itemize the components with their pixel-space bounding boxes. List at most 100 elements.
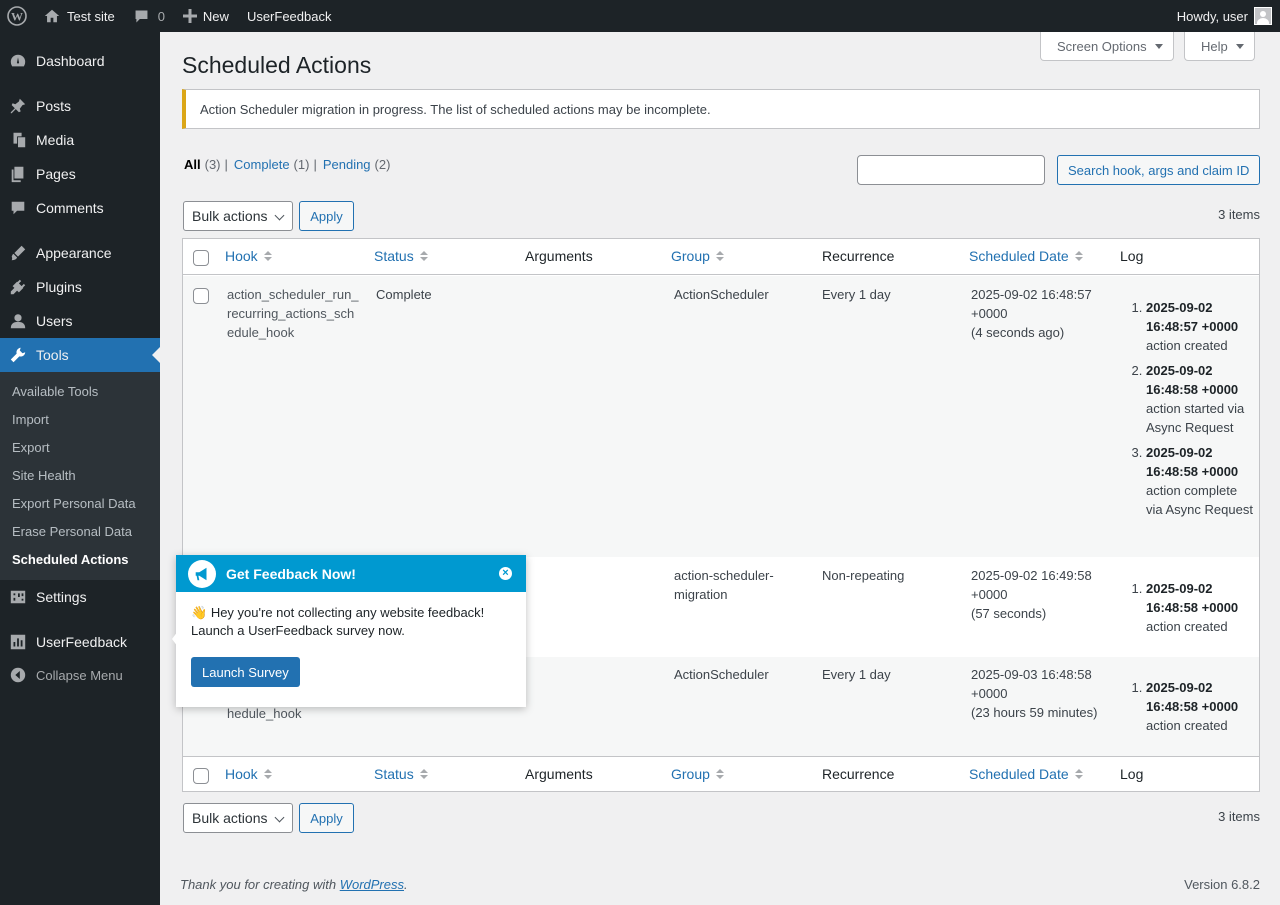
sort-arrows-icon	[715, 251, 724, 261]
sidebar-item-label: Settings	[36, 589, 87, 605]
apply-button-top[interactable]: Apply	[299, 201, 354, 231]
items-count-top: 3 items	[1218, 207, 1260, 222]
column-group-label: Group	[671, 766, 710, 782]
sidebar-item-users[interactable]: Users	[0, 304, 160, 338]
bulk-actions-select-bottom[interactable]: Bulk actions	[183, 803, 293, 833]
row-hook[interactable]: action_scheduler_run_recurring_actions_s…	[227, 285, 359, 342]
brush-icon	[0, 244, 36, 262]
comment-icon	[0, 199, 36, 217]
sidebar-item-pages[interactable]: Pages	[0, 157, 160, 191]
sidebar-item-settings[interactable]: Settings	[0, 580, 160, 614]
close-icon[interactable]: ×	[499, 567, 512, 580]
column-scheduled-date-header[interactable]: Scheduled Date	[969, 248, 1083, 264]
scheduled-actions-table: Hook Status Arguments Group Recurrence S…	[182, 238, 1260, 792]
submenu-export[interactable]: Export	[12, 440, 50, 455]
items-count-bottom: 3 items	[1218, 809, 1260, 824]
select-all-checkbox[interactable]	[193, 250, 209, 266]
column-hook-footer[interactable]: Hook	[225, 766, 272, 782]
help-button[interactable]: Help	[1184, 32, 1255, 61]
footer-version: Version 6.8.2	[1184, 877, 1260, 892]
comments-link[interactable]: 0	[124, 0, 174, 32]
sort-arrows-icon	[419, 769, 428, 779]
sort-arrows-icon	[1074, 769, 1083, 779]
dashboard-icon	[0, 52, 36, 70]
sidebar-item-label: Dashboard	[36, 53, 105, 69]
row-checkbox[interactable]	[193, 288, 209, 304]
chevron-down-icon	[274, 812, 285, 823]
column-group-footer[interactable]: Group	[671, 766, 724, 782]
submenu-site-health[interactable]: Site Health	[12, 468, 76, 483]
sidebar-item-dashboard[interactable]: Dashboard	[0, 44, 160, 78]
row-tz: +0000	[971, 587, 1008, 602]
popup-title: Get Feedback Now!	[226, 565, 356, 582]
sidebar-item-label: UserFeedback	[36, 634, 128, 650]
userfeedback-popup: Get Feedback Now! × 👋 Hey you're not col…	[172, 555, 526, 707]
popup-message: Hey you're not collecting any website fe…	[191, 605, 485, 638]
submenu-scheduled-actions[interactable]: Scheduled Actions	[12, 552, 129, 567]
sidebar-item-tools[interactable]: Tools	[0, 338, 160, 372]
log-entry: 2025-09-0216:48:58 +0000action started v…	[1146, 361, 1255, 437]
column-scheduled-date-footer[interactable]: Scheduled Date	[969, 766, 1083, 782]
bulk-actions-select-top[interactable]: Bulk actions	[183, 201, 293, 231]
sidebar-item-plugins[interactable]: Plugins	[0, 270, 160, 304]
launch-survey-button[interactable]: Launch Survey	[191, 657, 300, 687]
sidebar-item-appearance[interactable]: Appearance	[0, 236, 160, 270]
filter-complete[interactable]: Complete	[234, 157, 290, 172]
help-label: Help	[1201, 38, 1228, 54]
log-entry: 2025-09-0216:48:58 +0000action complete …	[1146, 443, 1255, 519]
column-status-header[interactable]: Status	[374, 248, 428, 264]
tools-submenu: Available Tools Import Export Site Healt…	[0, 372, 160, 580]
bulk-actions-label: Bulk actions	[192, 810, 268, 826]
filter-all-count: (3)	[204, 157, 221, 172]
screen-options-button[interactable]: Screen Options	[1040, 32, 1174, 61]
row-recurrence: Non-repeating	[822, 568, 905, 583]
apply-button-bottom[interactable]: Apply	[299, 803, 354, 833]
chevron-down-icon	[274, 210, 285, 221]
row-tz: +0000	[971, 686, 1008, 701]
submenu-export-personal-data[interactable]: Export Personal Data	[12, 496, 136, 511]
sidebar-item-comments[interactable]: Comments	[0, 191, 160, 225]
column-group-header[interactable]: Group	[671, 248, 724, 264]
sidebar-item-label: Comments	[36, 200, 104, 216]
sort-arrows-icon	[715, 769, 724, 779]
table-footer-row: Hook Status Arguments Group Recurrence S…	[183, 756, 1259, 792]
submenu-erase-personal-data[interactable]: Erase Personal Data	[12, 524, 132, 539]
row-recurrence: Every 1 day	[822, 287, 891, 302]
row-date: 2025-09-02 16:49:58	[971, 568, 1092, 583]
plus-icon	[182, 9, 197, 23]
wordpress-logo-icon[interactable]: W	[0, 0, 34, 32]
row-group: ActionScheduler	[674, 287, 769, 302]
column-hook-label: Hook	[225, 766, 258, 782]
sort-arrows-icon	[263, 769, 272, 779]
home-icon	[44, 9, 60, 23]
my-account-link[interactable]: Howdy, user	[1177, 7, 1280, 25]
site-name-link[interactable]: Test site	[34, 0, 124, 32]
search-button[interactable]: Search hook, args and claim ID	[1057, 155, 1261, 185]
new-content-link[interactable]: New	[174, 0, 238, 32]
search-input[interactable]	[857, 155, 1045, 185]
row-tz: +0000	[971, 306, 1008, 321]
collapse-menu-button[interactable]: Collapse Menu	[0, 658, 160, 692]
chart-icon	[0, 633, 36, 651]
collapse-icon	[0, 666, 36, 684]
row-date: 2025-09-03 16:48:58	[971, 667, 1092, 682]
sidebar-item-userfeedback[interactable]: UserFeedback	[0, 625, 160, 659]
submenu-import[interactable]: Import	[12, 412, 49, 427]
site-name: Test site	[67, 8, 115, 24]
popup-body: 👋 Hey you're not collecting any website …	[176, 592, 526, 640]
row-log: 2025-09-0216:48:57 +0000action created 2…	[1120, 298, 1255, 525]
comment-bubble-icon	[135, 10, 148, 22]
sidebar-item-media[interactable]: Media	[0, 123, 160, 157]
filter-all[interactable]: All	[184, 157, 201, 172]
userfeedback-bar-link[interactable]: UserFeedback	[238, 0, 341, 32]
column-hook-header[interactable]: Hook	[225, 248, 272, 264]
row-relative: (57 seconds)	[971, 606, 1047, 621]
migration-notice: Action Scheduler migration in progress. …	[182, 89, 1260, 129]
column-status-footer[interactable]: Status	[374, 766, 428, 782]
wordpress-link[interactable]: WordPress	[340, 877, 404, 892]
select-all-checkbox-bottom[interactable]	[193, 768, 209, 784]
submenu-available-tools[interactable]: Available Tools	[12, 384, 98, 399]
sidebar-item-posts[interactable]: Posts	[0, 89, 160, 123]
filter-pending[interactable]: Pending	[323, 157, 371, 172]
log-entry: 2025-09-0216:48:58 +0000action created	[1146, 579, 1255, 636]
